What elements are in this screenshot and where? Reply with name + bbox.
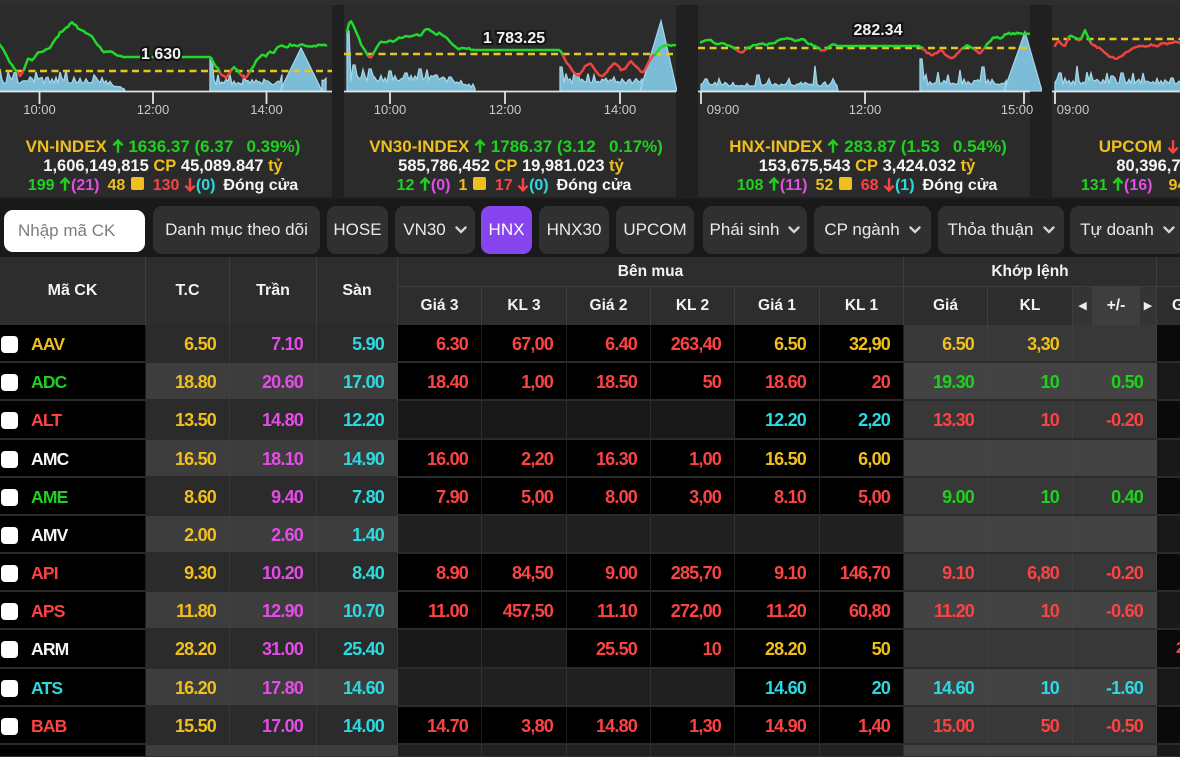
svg-text:12:00: 12:00 xyxy=(849,102,882,117)
svg-text:10:00: 10:00 xyxy=(374,102,407,117)
svg-text:14:00: 14:00 xyxy=(250,102,283,117)
svg-text:14:00: 14:00 xyxy=(604,102,637,117)
svg-text:282.34: 282.34 xyxy=(854,22,903,39)
svg-text:1 783.25: 1 783.25 xyxy=(483,30,545,47)
svg-text:15:00: 15:00 xyxy=(1001,102,1034,117)
svg-text:10:00: 10:00 xyxy=(23,102,56,117)
svg-text:12:00: 12:00 xyxy=(137,102,170,117)
svg-text:09:00: 09:00 xyxy=(1057,102,1090,117)
svg-text:1 630: 1 630 xyxy=(141,46,181,63)
svg-text:09:00: 09:00 xyxy=(707,102,740,117)
svg-text:12:00: 12:00 xyxy=(489,102,522,117)
